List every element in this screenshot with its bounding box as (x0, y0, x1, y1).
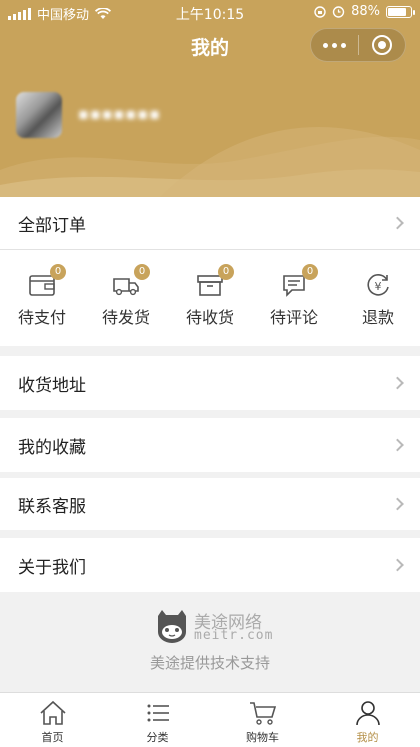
tab-label: 购物车 (246, 731, 279, 744)
order-status-bar: 0 待支付 0 待发货 0 待收货 0 待评论 ¥ 退款 (0, 250, 420, 346)
order-badge: 0 (302, 264, 318, 280)
all-orders-row[interactable]: 全部订单 (0, 197, 420, 249)
chevron-right-icon (391, 497, 404, 511)
user-icon (355, 701, 380, 726)
cart-icon (249, 702, 276, 725)
battery-percent: 88% (351, 4, 380, 19)
bottom-tab-bar: 首页 分类 购物车 我的 (0, 692, 420, 747)
tab-label: 我的 (356, 731, 379, 744)
tab-category[interactable]: 分类 (105, 693, 210, 747)
battery-icon (386, 5, 415, 18)
tab-mine[interactable]: 我的 (315, 693, 420, 747)
tab-home[interactable]: 首页 (0, 693, 105, 747)
svg-text:¥: ¥ (375, 280, 382, 293)
about-us-row[interactable]: 关于我们 (0, 538, 420, 592)
address-row[interactable]: 收货地址 (0, 356, 420, 410)
home-icon (39, 700, 66, 725)
order-badge: 0 (218, 264, 234, 280)
all-orders-label: 全部订单 (18, 215, 86, 236)
contact-service-row[interactable]: 联系客服 (0, 478, 420, 530)
order-pending-shipment[interactable]: 0 待发货 (84, 250, 168, 346)
chevron-right-icon (391, 216, 404, 230)
order-item-label: 退款 (361, 308, 394, 327)
about-us-label: 关于我们 (18, 557, 86, 578)
order-pending-receipt[interactable]: 0 待收货 (168, 250, 252, 346)
tab-label: 首页 (41, 731, 64, 744)
order-item-label: 待发货 (101, 308, 150, 327)
favorites-row[interactable]: 我的收藏 (0, 418, 420, 472)
chevron-right-icon (391, 438, 404, 452)
tech-support-text: 美途提供技术支持 (149, 654, 270, 672)
status-bar: 中国移动 上午10:15 88% (0, 0, 420, 24)
order-badge: 0 (134, 264, 150, 280)
avatar[interactable] (16, 92, 62, 138)
chevron-right-icon (391, 376, 404, 390)
tab-label: 分类 (146, 731, 169, 744)
favorites-label: 我的收藏 (18, 437, 86, 458)
meitu-logo (158, 610, 186, 643)
order-refund[interactable]: ¥ 退款 (336, 250, 420, 346)
alarm-icon (332, 6, 345, 18)
username: ▪▪▪▪▪▪▪ (78, 104, 161, 123)
tab-cart[interactable]: 购物车 (210, 693, 315, 747)
order-pending-payment[interactable]: 0 待支付 (0, 250, 84, 346)
more-options-icon[interactable] (311, 42, 358, 48)
mini-program-capsule (310, 28, 406, 62)
contact-service-label: 联系客服 (18, 496, 86, 517)
brand-footer: 美途网络 meitr.com 美途提供技术支持 (0, 592, 420, 692)
order-pending-review[interactable]: 0 待评论 (252, 250, 336, 346)
rotation-lock-icon (314, 5, 326, 18)
order-badge: 0 (50, 264, 66, 280)
address-label: 收货地址 (18, 375, 86, 396)
order-item-label: 待收货 (185, 308, 234, 327)
yen-refund-icon: ¥ (367, 274, 389, 296)
order-item-label: 待支付 (17, 308, 66, 327)
list-icon (147, 704, 169, 722)
brand-url: meitr.com (194, 628, 274, 643)
close-miniprogram-icon[interactable] (358, 35, 405, 55)
order-item-label: 待评论 (269, 308, 318, 327)
chevron-right-icon (391, 558, 404, 572)
profile-header: 中国移动 上午10:15 88% 我的 ▪▪▪▪▪▪▪ (0, 0, 420, 197)
